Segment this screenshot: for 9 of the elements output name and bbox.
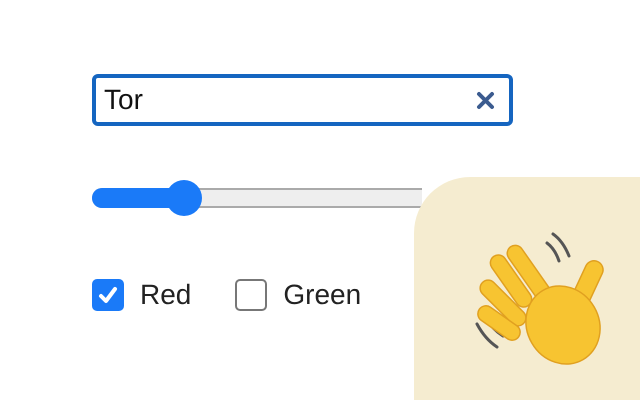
checkbox[interactable] xyxy=(92,279,124,311)
slider[interactable] xyxy=(92,180,422,216)
check-icon xyxy=(97,284,119,306)
slider-thumb[interactable] xyxy=(166,180,202,216)
clear-icon[interactable] xyxy=(476,91,495,110)
checkbox-label: Green xyxy=(283,279,362,311)
text-field[interactable]: Tor xyxy=(92,74,513,126)
checkbox[interactable] xyxy=(235,279,268,311)
checkbox-label: Red xyxy=(140,279,192,311)
